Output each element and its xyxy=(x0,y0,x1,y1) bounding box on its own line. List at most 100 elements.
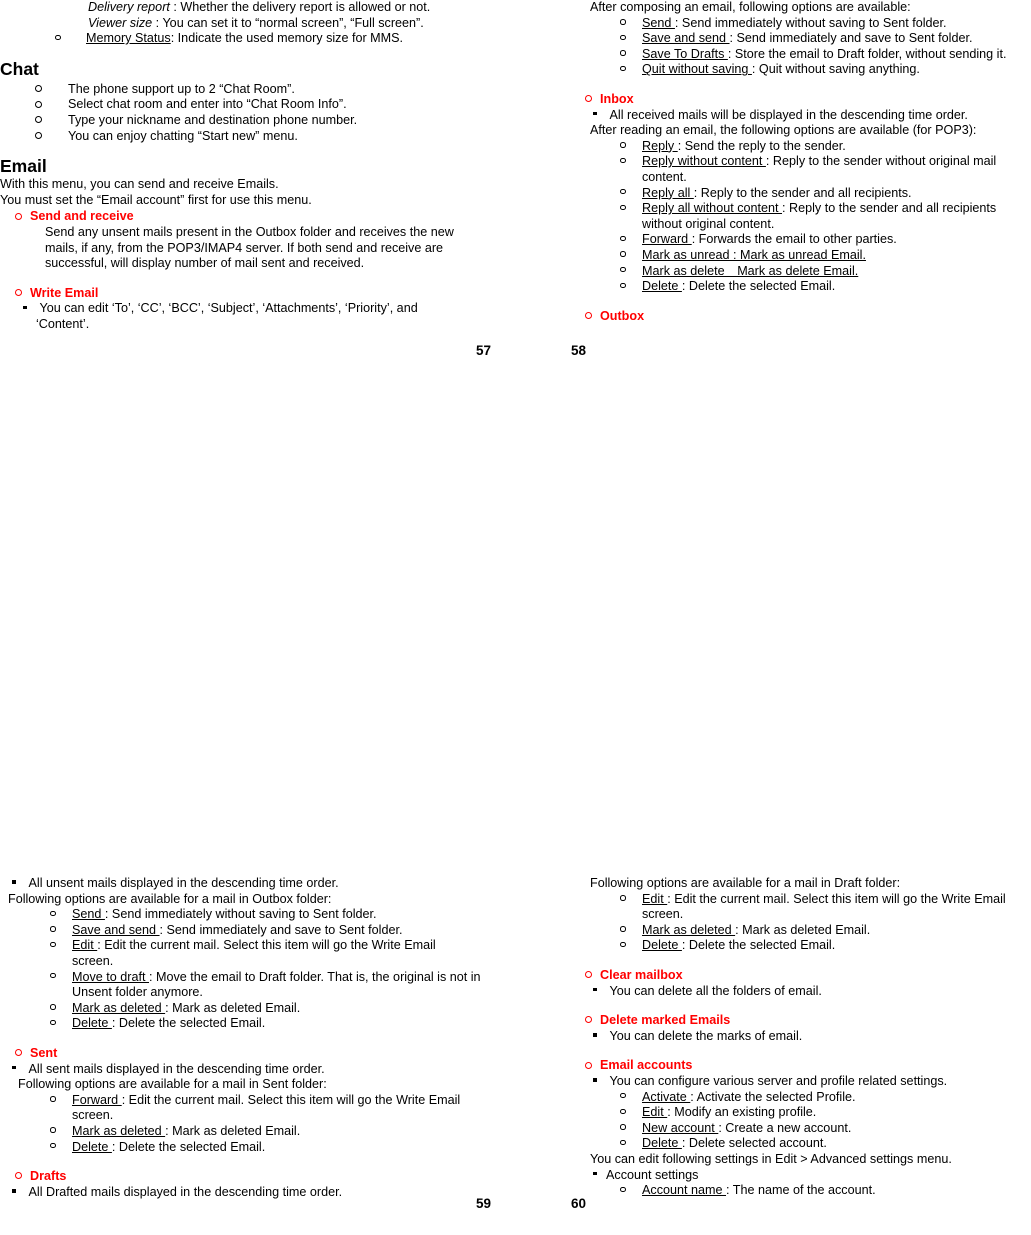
list-item: Move to draft : Move the email to Draft … xyxy=(50,970,485,1001)
option-term: Delete xyxy=(642,279,682,294)
small-circle-bullet-icon xyxy=(620,201,642,217)
option-term: Forward xyxy=(72,1092,122,1107)
memory-status-term: Memory Status xyxy=(86,31,171,46)
option-desc: : Send immediately without saving to Sen… xyxy=(674,15,947,30)
chat-item-label: Type your nickname and destination phone… xyxy=(68,112,358,127)
viewer-size-rest: : You can set it to “normal screen”, “Fu… xyxy=(152,15,424,30)
delivery-report-line: Delivery report : Whether the delivery r… xyxy=(88,0,500,16)
option-desc: : Delete the selected Email. xyxy=(111,1016,266,1031)
option-term: Mark as unread : Mark as unread Email. xyxy=(642,247,866,262)
delivery-report-term: Delivery report xyxy=(88,0,170,14)
page-57-content: Delivery report : Whether the delivery r… xyxy=(0,0,500,333)
option-term: Save and send xyxy=(72,922,160,937)
viewer-size-line: Viewer size : You can set it to “normal … xyxy=(88,16,500,32)
clear-mailbox-heading-row: Clear mailbox xyxy=(585,968,1031,984)
option-desc: : Mark as deleted Email. xyxy=(165,1000,301,1015)
list-item: Select chat room and enter into “Chat Ro… xyxy=(35,97,500,113)
option-term: Delete xyxy=(72,1139,112,1154)
circle-bullet-red-icon xyxy=(15,209,30,225)
option-desc: : Edit the current mail. Select this ite… xyxy=(72,938,440,968)
option-term: Delete xyxy=(642,1136,682,1151)
email-intro-line-1: With this menu, you can send and receive… xyxy=(0,177,279,192)
list-item: Mark as delete Mark as delete Email. xyxy=(620,264,1030,280)
option-desc: : Send immediately and save to Sent fold… xyxy=(159,922,403,937)
clear-mailbox-label: Clear mailbox xyxy=(600,967,683,982)
option-desc: : Forwards the email to other parties. xyxy=(691,232,897,247)
outbox-note-row: All unsent mails displayed in the descen… xyxy=(12,876,492,892)
option-term: Quit without saving xyxy=(642,62,752,77)
small-circle-bullet-icon xyxy=(620,1105,642,1121)
page-number-59: 59 xyxy=(476,1196,492,1211)
option-term: Reply without content xyxy=(642,154,766,169)
list-item: Forward : Edit the current mail. Select … xyxy=(50,1093,495,1124)
option-term: Delete xyxy=(642,938,682,953)
drafts-note-row: All Drafted mails displayed in the desce… xyxy=(12,1185,492,1201)
page-58-content: After composing an email, following opti… xyxy=(515,0,1031,324)
circle-bullet-red-icon xyxy=(585,968,600,984)
page-number-58: 58 xyxy=(571,343,587,358)
outbox-intro: Following options are available for a ma… xyxy=(8,891,332,906)
circle-bullet-red-icon xyxy=(15,1169,30,1185)
clear-mailbox-note: You can delete all the folders of email. xyxy=(606,983,822,998)
list-item: Activate : Activate the selected Profile… xyxy=(620,1090,1030,1106)
small-circle-bullet-icon xyxy=(620,232,642,248)
square-bullet-icon xyxy=(12,1185,25,1201)
list-item: Forward : Forwards the email to other pa… xyxy=(620,232,1030,248)
circle-bullet-red-icon xyxy=(585,92,600,108)
write-email-heading-row: Write Email xyxy=(15,286,500,302)
option-term: Mark as deleted xyxy=(72,1123,166,1138)
drafts-note: All Drafted mails displayed in the desce… xyxy=(25,1184,343,1199)
account-settings-label: Account settings xyxy=(606,1167,699,1182)
account-settings-row: Account settings xyxy=(593,1168,1013,1184)
email-accounts-heading-row: Email accounts xyxy=(585,1058,1031,1074)
circle-bullet-icon xyxy=(35,113,68,129)
page-number-60: 60 xyxy=(571,1196,587,1211)
small-circle-bullet-icon xyxy=(50,1016,72,1032)
small-circle-bullet-icon xyxy=(620,31,642,47)
write-email-body: You can edit ‘To’, ‘CC’, ‘BCC’, ‘Subject… xyxy=(36,301,422,331)
delete-marked-label: Delete marked Emails xyxy=(600,1013,731,1028)
circle-bullet-icon xyxy=(35,97,68,113)
option-desc: : The name of the account. xyxy=(726,1183,876,1198)
write-email-label: Write Email xyxy=(30,285,99,300)
sent-label: Sent xyxy=(30,1045,58,1060)
small-circle-bullet-icon xyxy=(55,31,86,47)
circle-bullet-red-icon xyxy=(15,1046,30,1062)
draft-intro: Following options are available for a ma… xyxy=(590,876,901,890)
option-desc: : Reply to the sender and all recipients… xyxy=(693,185,912,200)
sent-note-row: All sent mails displayed in the descendi… xyxy=(12,1062,492,1078)
option-desc: : Create a new account. xyxy=(718,1120,852,1135)
small-circle-bullet-icon xyxy=(50,1001,72,1017)
send-and-receive-body: Send any unsent mails present in the Out… xyxy=(45,224,454,271)
delivery-report-rest: : Whether the delivery report is allowed… xyxy=(169,0,431,14)
small-circle-bullet-icon xyxy=(620,1121,642,1137)
small-circle-bullet-icon xyxy=(620,1183,642,1199)
option-desc: : Edit the current mail. Select this ite… xyxy=(642,891,1010,922)
option-term: Delete xyxy=(72,1016,112,1031)
list-item: Mark as deleted : Mark as deleted Email. xyxy=(50,1124,500,1140)
list-item: Save To Drafts : Store the email to Draf… xyxy=(620,47,1031,63)
page-59-content: All unsent mails displayed in the descen… xyxy=(0,876,516,1200)
option-term: Forward xyxy=(642,232,692,247)
small-circle-bullet-icon xyxy=(620,264,642,280)
option-term: Send xyxy=(72,907,105,922)
inbox-note-row: All received mails will be displayed in … xyxy=(593,108,1013,124)
square-bullet-icon xyxy=(593,984,606,1000)
outbox-heading-row: Outbox xyxy=(585,309,1031,325)
memory-status-row: Memory Status: Indicate the used memory … xyxy=(55,31,500,47)
viewer-size-term: Viewer size xyxy=(88,15,153,30)
option-term: Mark as deleted xyxy=(72,1000,166,1015)
option-desc: : Mark as deleted Email. xyxy=(165,1123,301,1138)
sent-note: All sent mails displayed in the descendi… xyxy=(25,1061,325,1076)
option-term: Move to draft xyxy=(72,969,149,984)
list-item: Reply all : Reply to the sender and all … xyxy=(620,186,1030,202)
option-term: Reply xyxy=(642,138,678,153)
square-bullet-icon xyxy=(593,108,606,124)
option-desc: : Store the email to Draft folder, witho… xyxy=(727,46,1007,61)
option-term: Edit xyxy=(642,1105,668,1120)
small-circle-bullet-icon xyxy=(50,1140,72,1156)
small-circle-bullet-icon xyxy=(620,1090,642,1106)
list-item: Quit without saving : Quit without savin… xyxy=(620,62,1030,78)
circle-bullet-icon xyxy=(35,82,68,98)
small-circle-bullet-icon xyxy=(620,248,642,264)
